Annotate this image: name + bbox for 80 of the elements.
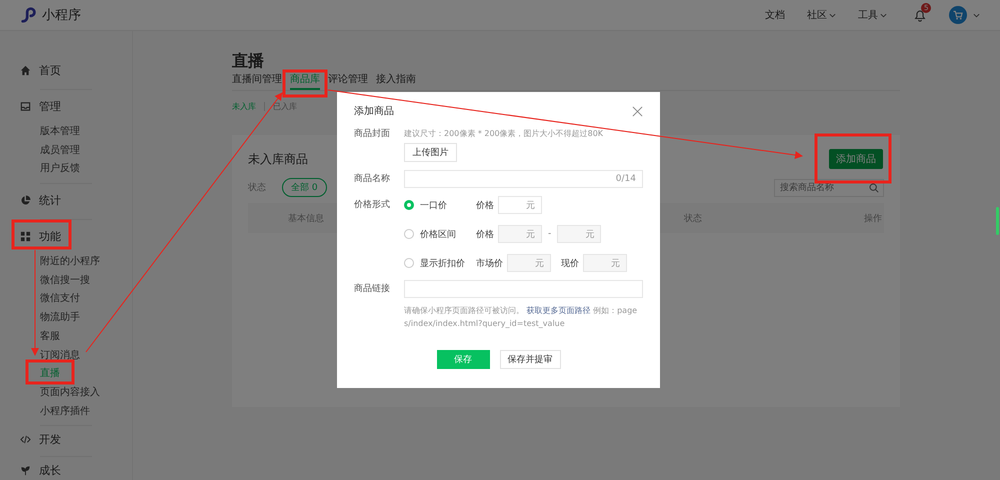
caret-icon[interactable] bbox=[829, 12, 836, 18]
sidebar-subitem[interactable]: 微信支付 bbox=[40, 290, 80, 310]
price-label: 价格 bbox=[476, 228, 494, 240]
filter-label: 状态 bbox=[248, 182, 266, 194]
price-field[interactable]: 元 bbox=[583, 254, 627, 272]
add-product-button[interactable]: 添加商品 bbox=[829, 149, 883, 169]
unit-label: 元 bbox=[585, 228, 594, 240]
sidebar-subitem[interactable]: 用户反馈 bbox=[40, 160, 80, 180]
page-title: 直播 bbox=[232, 51, 265, 70]
link-field[interactable] bbox=[404, 280, 643, 298]
sidebar-subitem[interactable]: 附近的小程序 bbox=[40, 253, 100, 272]
price-field[interactable]: 元 bbox=[498, 225, 542, 243]
filter-pill[interactable]: 全部 0 bbox=[282, 178, 327, 197]
field-label: 商品链接 bbox=[354, 282, 391, 296]
dialog-title: 添加商品 bbox=[354, 104, 394, 118]
home-icon bbox=[20, 64, 31, 76]
unit-label: 元 bbox=[526, 228, 535, 240]
logo-icon bbox=[20, 6, 38, 24]
field-label: 商品名称 bbox=[354, 172, 391, 186]
tab[interactable]: 直播间管理 bbox=[232, 71, 282, 90]
sidebar-subitem[interactable]: 页面内容接入 bbox=[40, 384, 100, 403]
radio-button[interactable] bbox=[404, 229, 414, 239]
inbox-icon bbox=[20, 100, 31, 112]
cover-hint: 建议尺寸：200像素 * 200像素，图片大小不得超过80K bbox=[404, 128, 604, 140]
close-icon[interactable] bbox=[632, 106, 643, 116]
code-icon bbox=[20, 434, 31, 446]
sidebar-subitem[interactable]: 小程序插件 bbox=[40, 402, 90, 422]
nav-link[interactable]: 社区 bbox=[807, 8, 827, 22]
annotation-box bbox=[26, 360, 74, 384]
save-and-submit-button[interactable]: 保存并提审 bbox=[500, 350, 560, 369]
link-help-text: 请确保小程序页面路径可被访问。 获取更多页面路径 例如：pages/index/index.html?query_id=test_value bbox=[404, 305, 638, 330]
price-label: 价格 bbox=[476, 200, 494, 212]
price-field[interactable]: 元 bbox=[507, 254, 551, 272]
radio-button[interactable] bbox=[404, 258, 414, 268]
tab[interactable]: 接入指南 bbox=[376, 71, 416, 90]
grid-icon bbox=[20, 230, 31, 242]
sprout-icon bbox=[20, 465, 31, 476]
field-label: 价格形式 bbox=[354, 198, 391, 212]
nav-link[interactable]: 文档 bbox=[765, 8, 785, 22]
sidebar-item[interactable]: 功能 bbox=[39, 228, 61, 244]
avatar-icon[interactable] bbox=[949, 6, 967, 24]
search-icon[interactable] bbox=[869, 182, 879, 192]
upload-button[interactable]: 上传图片 bbox=[404, 143, 457, 162]
field-label: 商品封面 bbox=[354, 128, 391, 141]
sidebar-subitem[interactable]: 客服 bbox=[40, 328, 60, 346]
tab[interactable]: 评论管理 bbox=[328, 71, 368, 90]
radio-button[interactable] bbox=[404, 200, 414, 210]
name-field[interactable]: 0/14 bbox=[404, 170, 643, 188]
unit-label: 元 bbox=[611, 258, 620, 270]
price-label: 现价 bbox=[561, 258, 579, 270]
sidebar-item[interactable]: 统计 bbox=[39, 192, 61, 208]
radio-label[interactable]: 显示折扣价 bbox=[420, 256, 476, 270]
price-field[interactable]: 元 bbox=[498, 196, 542, 214]
pie-chart-icon bbox=[20, 194, 31, 206]
radio-label[interactable]: 一口价 bbox=[420, 198, 476, 212]
sidebar-subitem[interactable]: 微信搜一搜 bbox=[40, 272, 90, 290]
sidebar-subitem[interactable]: 版本管理 bbox=[40, 123, 80, 142]
unit-label: 元 bbox=[526, 200, 535, 212]
card-title: 未入库商品 bbox=[248, 150, 308, 168]
annotation-box bbox=[282, 70, 328, 98]
radio-label[interactable]: 价格区间 bbox=[420, 228, 476, 240]
sidebar-item[interactable]: 首页 bbox=[39, 62, 61, 78]
save-button[interactable]: 保存 bbox=[436, 350, 490, 369]
nav-link[interactable]: 工具 bbox=[858, 8, 878, 22]
sidebar-subitem[interactable]: 订阅消息 bbox=[40, 346, 80, 366]
range-separator: - bbox=[548, 229, 552, 239]
sidebar-item[interactable]: 管理 bbox=[39, 98, 61, 114]
price-field[interactable]: 元 bbox=[557, 225, 602, 243]
price-label: 市场价 bbox=[476, 258, 503, 270]
char-counter: 0/14 bbox=[616, 174, 636, 184]
caret-icon[interactable] bbox=[973, 12, 980, 18]
page-path-link[interactable]: 获取更多页面路径 bbox=[526, 306, 591, 315]
caret-icon[interactable] bbox=[880, 12, 887, 18]
sidebar-item[interactable]: 成长 bbox=[39, 463, 61, 478]
sidebar-item[interactable]: 开发 bbox=[39, 432, 61, 448]
sidebar-subitem[interactable]: 物流助手 bbox=[40, 309, 80, 328]
brand-name: 小程序 bbox=[42, 7, 81, 24]
annotation-box bbox=[12, 220, 72, 250]
unit-label: 元 bbox=[535, 258, 544, 270]
sidebar-subitem[interactable]: 成员管理 bbox=[40, 142, 80, 160]
